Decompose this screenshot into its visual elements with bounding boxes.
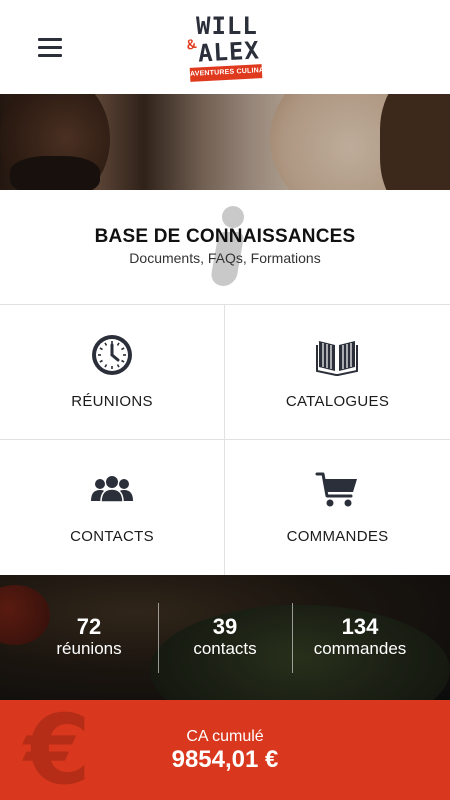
stat-label: commandes xyxy=(313,639,407,658)
stat-value: 134 xyxy=(341,614,379,639)
main-menu-grid: RÉUNIONS CATALOGUES CONTACTS COMMANDES xyxy=(0,304,450,575)
tile-reunions[interactable]: RÉUNIONS xyxy=(0,305,225,440)
logo-line-alex: ALEX xyxy=(197,36,261,68)
logo-line-will: WILL xyxy=(196,12,258,40)
knowledge-base-card[interactable]: BASE DE CONNAISSANCES Documents, FAQs, F… xyxy=(0,190,450,304)
stat-contacts[interactable]: 39 contacts xyxy=(158,615,292,659)
cart-icon xyxy=(315,472,357,507)
tile-label: RÉUNIONS xyxy=(71,393,153,410)
tile-catalogues[interactable]: CATALOGUES xyxy=(225,305,450,440)
tile-label: COMMANDES xyxy=(286,528,389,545)
tile-commandes[interactable]: COMMANDES xyxy=(225,440,450,575)
stat-commandes[interactable]: 134 commandes xyxy=(293,615,427,659)
stat-label: contacts xyxy=(193,639,257,658)
stat-value: 39 xyxy=(212,614,238,639)
app-header: WILL & ALEX AVENTURES CULINAIRES xyxy=(0,0,450,94)
revenue-value: 9854,01 € xyxy=(171,746,279,773)
book-icon xyxy=(316,341,358,376)
hamburger-icon[interactable] xyxy=(38,38,62,58)
stat-value: 72 xyxy=(76,614,102,639)
brand-logo[interactable]: WILL & ALEX AVENTURES CULINAIRES xyxy=(184,12,266,86)
revenue-banner[interactable]: € CA cumulé 9854,01 € xyxy=(0,700,450,800)
revenue-label: CA cumulé xyxy=(186,728,264,745)
tile-label: CONTACTS xyxy=(70,528,154,545)
stat-reunions[interactable]: 72 réunions xyxy=(22,615,156,659)
clock-icon xyxy=(92,335,132,375)
tile-label: CATALOGUES xyxy=(285,393,390,410)
knowledge-base-title: BASE DE CONNAISSANCES xyxy=(94,226,356,247)
users-icon xyxy=(91,476,133,503)
tile-contacts[interactable]: CONTACTS xyxy=(0,440,225,575)
logo-tagline: AVENTURES CULINAIRES xyxy=(189,64,263,82)
knowledge-base-subtitle: Documents, FAQs, Formations xyxy=(129,250,321,266)
hero-photo xyxy=(0,94,450,190)
stat-label: réunions xyxy=(56,639,122,658)
stats-banner: 72 réunions 39 contacts 134 commandes xyxy=(0,575,450,700)
